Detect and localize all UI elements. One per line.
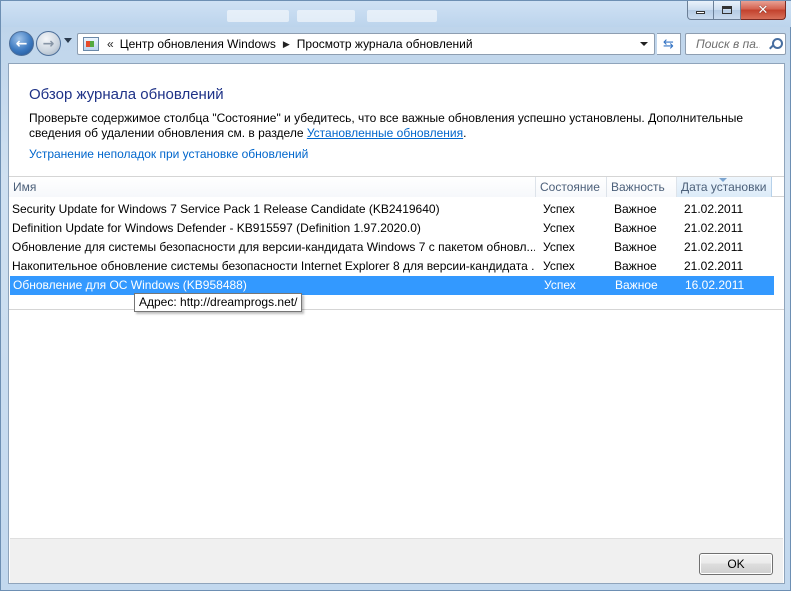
intro-period: . [463,126,467,140]
search-placeholder: Поиск в па... [696,37,760,51]
list-row-selected[interactable]: Обновление для ОС Windows (KB958488) Усп… [10,276,774,295]
row-status: Успех [543,221,575,235]
troubleshoot-link[interactable]: Устранение неполадок при установке обнов… [29,147,308,161]
control-panel-icon [83,37,99,51]
row-date: 21.02.2011 [684,202,744,216]
row-status: Успех [543,202,575,216]
background-blur [367,10,437,22]
row-date: 21.02.2011 [684,259,744,273]
sort-descending-icon [719,178,727,182]
list-row[interactable]: Обновление для системы безопасности для … [9,238,784,257]
row-name: Security Update for Windows 7 Service Pa… [12,202,440,216]
row-importance: Важное [614,240,657,254]
row-date: 16.02.2011 [685,278,745,292]
back-button[interactable]: ← [9,31,34,56]
breadcrumb-windows-update[interactable]: Центр обновления Windows [120,37,276,51]
breadcrumb-separator-icon[interactable]: ▶ [283,39,290,50]
close-icon: ✕ [757,2,769,18]
list-header: Имя Состояние Важность Дата установки [9,176,784,197]
back-arrow-icon: ← [15,35,28,52]
minimize-button[interactable] [687,1,714,20]
list-row[interactable]: Накопительное обновление системы безопас… [9,257,784,276]
update-history-list[interactable]: Имя Состояние Важность Дата установки Se… [9,176,784,310]
intro-text: Проверьте содержимое столбца "Состояние"… [29,111,769,141]
list-row[interactable]: Security Update for Windows 7 Service Pa… [9,200,784,219]
row-importance: Важное [614,221,657,235]
row-name: Накопительное обновление системы безопас… [12,259,535,273]
column-header-importance[interactable]: Важность [607,177,677,197]
close-button[interactable]: ✕ [741,1,786,20]
column-header-install-date-label: Дата установки [681,180,767,194]
ok-button[interactable]: OK [699,553,773,575]
column-header-name[interactable]: Имя [9,177,536,197]
maximize-icon [722,6,732,14]
row-importance: Важное [615,278,658,292]
link-tooltip: Адрес: http://dreamprogs.net/ [134,293,303,312]
column-header-status[interactable]: Состояние [536,177,607,197]
maximize-button[interactable] [714,1,741,20]
page-title: Обзор журнала обновлений [29,86,224,103]
search-box[interactable]: Поиск в па... [685,33,786,55]
column-header-install-date[interactable]: Дата установки [677,177,772,197]
navigation-bar: ← → « Центр обновления Windows ▶ Просмот… [1,29,791,59]
window-frame: ✕ ← → « Центр обновления Windows ▶ Просм… [0,0,791,591]
installed-updates-link[interactable]: Установленные обновления [307,126,463,140]
forward-arrow-icon: → [42,35,55,52]
breadcrumb-update-history[interactable]: Просмотр журнала обновлений [297,37,473,51]
row-name: Обновление для системы безопасности для … [12,240,535,254]
recent-pages-dropdown[interactable] [64,38,72,43]
refresh-button[interactable]: ⇆ [657,33,681,55]
row-date: 21.02.2011 [684,240,744,254]
row-status: Успех [543,259,575,273]
row-importance: Важное [614,259,657,273]
refresh-icon: ⇆ [663,36,674,52]
window-controls: ✕ [687,1,786,20]
content-panel: Обзор журнала обновлений Проверьте содер… [8,63,785,584]
address-bar[interactable]: « Центр обновления Windows ▶ Просмотр жу… [77,33,655,55]
button-bar: OK [10,538,783,583]
background-blur [227,10,289,22]
title-bar: ✕ [1,1,791,27]
row-status: Успех [544,278,576,292]
search-icon[interactable] [769,38,783,50]
background-blur [297,10,355,22]
row-name: Definition Update for Windows Defender -… [12,221,421,235]
row-importance: Важное [614,202,657,216]
row-status: Успех [543,240,575,254]
list-row[interactable]: Definition Update for Windows Defender -… [9,219,784,238]
row-date: 21.02.2011 [684,221,744,235]
address-dropdown-icon[interactable] [640,42,648,46]
breadcrumb-overflow[interactable]: « [107,37,114,51]
forward-button[interactable]: → [36,31,61,56]
minimize-icon [696,11,705,14]
